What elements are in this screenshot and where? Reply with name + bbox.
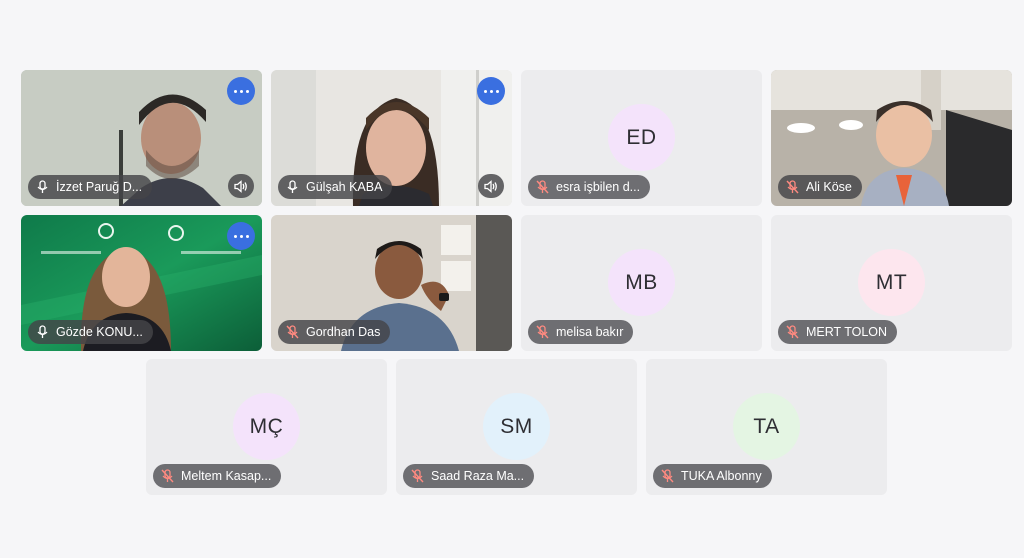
microphone-icon bbox=[37, 180, 48, 193]
participant-name-pill: melisa bakır bbox=[528, 320, 634, 344]
participant-tile[interactable]: MÇ Meltem Kasap... bbox=[146, 359, 387, 495]
participant-tile[interactable]: SM Saad Raza Ma... bbox=[396, 359, 637, 495]
participant-tile[interactable]: MB melisa bakır bbox=[521, 215, 762, 351]
participant-name: İzzet Paruğ D... bbox=[56, 180, 143, 194]
participant-tile[interactable]: Gözde KONU... bbox=[21, 215, 262, 351]
participant-tile[interactable]: İzzet Paruğ D... bbox=[21, 70, 262, 206]
participant-tile[interactable]: MT MERT TOLON bbox=[771, 215, 1012, 351]
participant-name-pill: MERT TOLON bbox=[778, 320, 898, 344]
speaker-icon bbox=[484, 179, 497, 193]
participant-name-pill: Gözde KONU... bbox=[28, 320, 153, 344]
microphone-muted-icon bbox=[286, 325, 299, 339]
participant-name-pill: Meltem Kasap... bbox=[153, 464, 282, 488]
participant-tile[interactable]: Ali Köse bbox=[771, 70, 1012, 206]
microphone-muted-icon bbox=[786, 180, 799, 194]
microphone-muted-icon bbox=[661, 469, 674, 483]
participant-avatar: ED bbox=[608, 104, 675, 171]
participant-name-pill: Ali Köse bbox=[778, 175, 862, 199]
microphone-muted-icon bbox=[536, 180, 549, 194]
speaker-icon bbox=[234, 179, 247, 193]
participant-name: Meltem Kasap... bbox=[181, 469, 272, 483]
participant-name-pill: Saad Raza Ma... bbox=[403, 464, 535, 488]
participant-name: melisa bakır bbox=[556, 325, 624, 339]
participant-tile[interactable]: ED esra işbilen d... bbox=[521, 70, 762, 206]
participant-name: Ali Köse bbox=[806, 180, 852, 194]
participant-avatar: MT bbox=[858, 249, 925, 316]
speaker-volume-button[interactable] bbox=[478, 174, 504, 198]
microphone-muted-icon bbox=[161, 469, 174, 483]
participant-avatar: MB bbox=[608, 249, 675, 316]
more-options-button[interactable] bbox=[477, 77, 505, 105]
participant-name: TUKA Albonny bbox=[681, 469, 762, 483]
microphone-icon bbox=[287, 180, 298, 193]
microphone-muted-icon bbox=[411, 469, 424, 483]
participant-tile[interactable]: Gordhan Das bbox=[271, 215, 512, 351]
participant-name: Gordhan Das bbox=[306, 325, 381, 339]
more-options-button[interactable] bbox=[227, 222, 255, 250]
participant-tile[interactable]: Gülşah KABA bbox=[271, 70, 512, 206]
participant-name-pill: esra işbilen d... bbox=[528, 175, 651, 199]
speaker-volume-button[interactable] bbox=[228, 174, 254, 198]
participant-name: Gülşah KABA bbox=[306, 180, 383, 194]
participant-name: esra işbilen d... bbox=[556, 180, 641, 194]
microphone-muted-icon bbox=[786, 325, 799, 339]
more-options-button[interactable] bbox=[227, 77, 255, 105]
participant-avatar: TA bbox=[733, 393, 800, 460]
participant-avatar: SM bbox=[483, 393, 550, 460]
microphone-muted-icon bbox=[536, 325, 549, 339]
participant-avatar: MÇ bbox=[233, 393, 300, 460]
participant-name-pill: Gülşah KABA bbox=[278, 175, 393, 199]
participant-name: Saad Raza Ma... bbox=[431, 469, 525, 483]
participant-name: MERT TOLON bbox=[806, 325, 888, 339]
participant-name-pill: İzzet Paruğ D... bbox=[28, 175, 153, 199]
microphone-icon bbox=[37, 325, 48, 338]
video-grid: İzzet Paruğ D... Gülşah KABA ED esra işb… bbox=[0, 0, 1024, 558]
participant-tile[interactable]: TA TUKA Albonny bbox=[646, 359, 887, 495]
participant-name-pill: TUKA Albonny bbox=[653, 464, 772, 488]
participant-name-pill: Gordhan Das bbox=[278, 320, 391, 344]
participant-name: Gözde KONU... bbox=[56, 325, 143, 339]
